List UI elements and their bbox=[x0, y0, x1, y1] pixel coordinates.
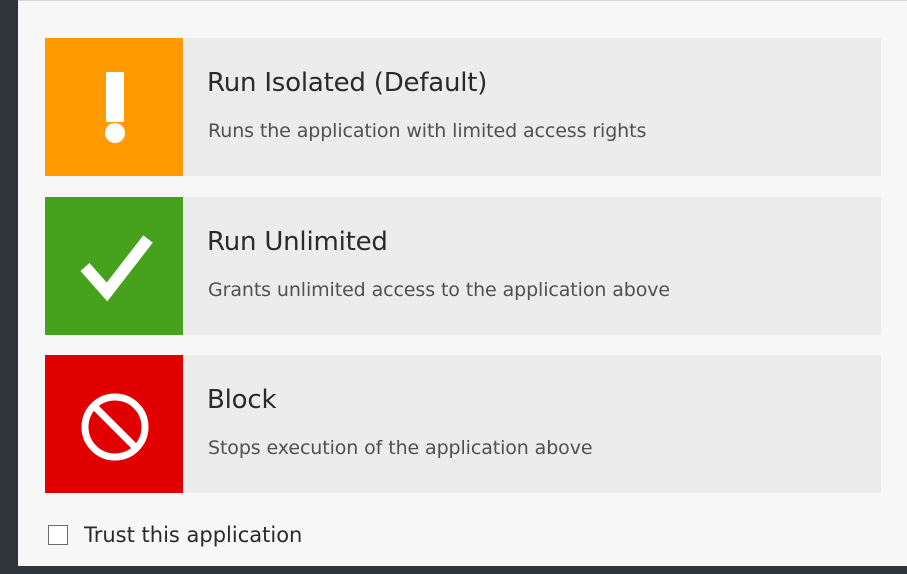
run-unlimited-tile-background bbox=[45, 197, 183, 335]
run-isolated-title: Run Isolated (Default) bbox=[207, 68, 488, 98]
run-unlimited-description: Grants unlimited access to the applicati… bbox=[208, 279, 670, 301]
run-isolated-option[interactable]: Run Isolated (Default) Runs the applicat… bbox=[45, 38, 881, 176]
application-security-dialog: Run Isolated (Default) Runs the applicat… bbox=[18, 0, 907, 566]
run-unlimited-title: Run Unlimited bbox=[207, 227, 388, 257]
run-isolated-description: Runs the application with limited access… bbox=[208, 120, 647, 142]
trust-application-checkbox[interactable] bbox=[48, 525, 68, 545]
block-description: Stops execution of the application above bbox=[208, 437, 593, 459]
checkmark-icon bbox=[45, 197, 183, 335]
run-unlimited-option[interactable]: Run Unlimited Grants unlimited access to… bbox=[45, 197, 881, 335]
block-option[interactable]: Block Stops execution of the application… bbox=[45, 355, 881, 493]
run-isolated-tile bbox=[45, 38, 183, 176]
block-tile bbox=[45, 355, 183, 493]
run-unlimited-tile bbox=[45, 197, 183, 335]
exclamation-bar bbox=[106, 72, 124, 122]
trust-application-row[interactable]: Trust this application bbox=[48, 522, 302, 548]
block-icon bbox=[45, 355, 183, 493]
exclamation-dot bbox=[105, 123, 125, 143]
trust-application-label: Trust this application bbox=[84, 523, 303, 547]
block-title: Block bbox=[207, 385, 277, 415]
exclamation-icon bbox=[45, 38, 183, 176]
